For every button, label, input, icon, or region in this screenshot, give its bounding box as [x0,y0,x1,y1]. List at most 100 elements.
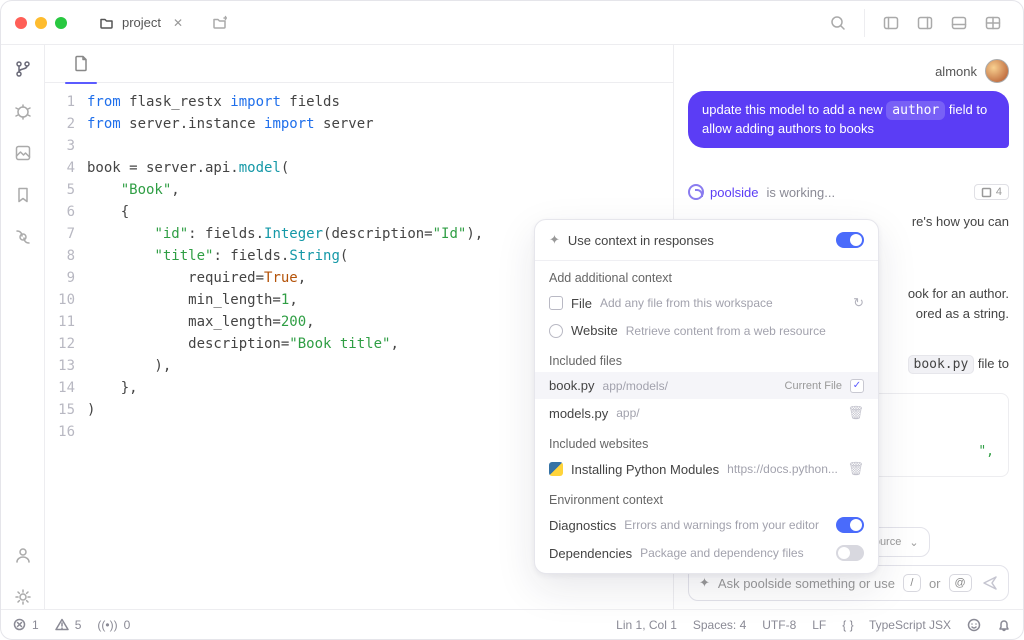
editor-tab-file[interactable] [61,45,101,83]
minimize-window-button[interactable] [35,17,47,29]
remote-button[interactable] [11,225,35,249]
broadcast-icon: ((•)) [97,618,117,632]
branch-icon [14,60,32,78]
included-websites-title: Included websites [535,427,878,455]
assistant-resources-badge[interactable]: 4 [974,184,1009,200]
smile-icon [967,618,981,632]
activity-bar [1,45,45,609]
debug-button[interactable] [11,99,35,123]
status-eol[interactable]: LF [812,618,826,632]
file-icon [549,296,563,310]
included-file-1-path: app/models/ [603,379,668,393]
folder-icon [99,15,114,30]
close-window-button[interactable] [15,17,27,29]
user-message-pre: update this model to add a new [702,102,886,117]
settings-button[interactable] [11,585,35,609]
refresh-icon[interactable]: ↻ [853,295,864,311]
satellite-icon [14,228,32,246]
error-icon [13,618,26,631]
use-context-toggle[interactable] [836,232,864,248]
included-file-1-checkbox[interactable]: ✓ [850,379,864,393]
popover-title: Use context in responses [568,233,714,248]
maximize-window-button[interactable] [55,17,67,29]
assistant-code-ref: book.py [908,355,975,374]
add-file-row[interactable]: File Add any file from this workspace ↻ [535,289,878,317]
file-icon [981,187,992,198]
panel-left-icon [883,16,899,30]
status-bar: 1 5 ((•)) 0 Lin 1, Col 1 Spaces: 4 UTF-8… [1,609,1023,639]
search-icon [830,15,846,31]
diagnostics-hint: Errors and warnings from your editor [624,518,819,532]
included-file-2-path: app/ [616,406,639,420]
diagnostics-toggle[interactable] [836,517,864,533]
project-tab-label: project [122,15,161,30]
status-errors[interactable]: 1 [13,618,39,632]
image-icon [14,144,32,162]
current-file-badge: Current File [785,380,842,392]
project-tab[interactable]: project ✕ [89,11,193,34]
python-icon [549,462,563,476]
search-button[interactable] [822,9,854,37]
trash-icon[interactable]: 🗑 [847,405,864,421]
assistant-brand-label: poolside [710,185,758,200]
user-icon [14,546,32,564]
line-gutter: 12345678910111213141516 [45,91,87,609]
send-icon[interactable] [982,575,998,591]
panel-bottom-button[interactable] [943,9,975,37]
brand-icon [688,184,704,200]
status-notifications-button[interactable] [997,618,1011,632]
included-file-2-name: models.py [549,406,608,421]
add-website-row[interactable]: Website Retrieve content from a web reso… [535,317,878,344]
status-feedback-button[interactable] [967,618,981,632]
gear-icon [14,588,32,606]
user-message-bubble: update this model to add a new author fi… [688,91,1009,148]
titlebar: project ✕ [1,1,1023,45]
account-button[interactable] [11,543,35,567]
chat-username: almonk [935,64,977,79]
braces-icon: { } [842,618,853,632]
included-site-1[interactable]: Installing Python Modules https://docs.p… [535,455,878,483]
status-warnings[interactable]: 5 [55,618,82,632]
dependencies-row: Dependencies Package and dependency file… [535,539,878,573]
assistant-status: is working... [766,185,835,200]
status-encoding[interactable]: UTF-8 [762,618,796,632]
included-file-1-name: book.py [549,378,595,393]
warning-icon [55,618,69,631]
window-controls [15,17,67,29]
status-indent[interactable]: Spaces: 4 [693,618,746,632]
status-cursor-pos[interactable]: Lin 1, Col 1 [616,618,677,632]
bug-icon [14,102,32,120]
dependencies-toggle[interactable] [836,545,864,561]
or-label: or [929,576,941,591]
env-context-title: Environment context [535,483,878,511]
included-file-1[interactable]: book.py app/models/ Current File ✓ [535,372,878,399]
trash-icon[interactable]: 🗑 [847,461,864,477]
assistant-brand: poolside [688,184,758,200]
bell-icon [997,618,1011,632]
file-icon [74,55,89,72]
close-tab-icon[interactable]: ✕ [173,16,183,30]
source-control-button[interactable] [11,57,35,81]
reader-button[interactable] [11,141,35,165]
context-popover: ✦Use context in responses Add additional… [534,219,879,574]
chevron-down-icon: ⌄ [909,536,918,549]
included-site-1-name: Installing Python Modules [571,462,719,477]
editor-tab-strip [45,45,673,83]
dependencies-hint: Package and dependency files [640,546,803,560]
diagnostics-row: Diagnostics Errors and warnings from you… [535,511,878,539]
status-broadcast[interactable]: ((•)) 0 [97,618,130,632]
included-site-1-url: https://docs.python... [727,462,838,476]
panel-right-button[interactable] [909,9,941,37]
new-tab-icon [212,15,227,30]
panel-grid-button[interactable] [977,9,1009,37]
panel-left-button[interactable] [875,9,907,37]
bookmarks-button[interactable] [11,183,35,207]
panel-right-icon [917,16,933,30]
avatar[interactable] [985,59,1009,83]
included-file-2[interactable]: models.py app/ 🗑 [535,399,878,427]
status-language[interactable]: { } TypeScript JSX [842,618,951,632]
panel-layout-group [864,9,1009,37]
new-tab-button[interactable] [203,9,235,37]
chat-input-placeholder: Ask poolside something or use [718,576,895,591]
add-website-hint: Retrieve content from a web resource [626,324,826,338]
